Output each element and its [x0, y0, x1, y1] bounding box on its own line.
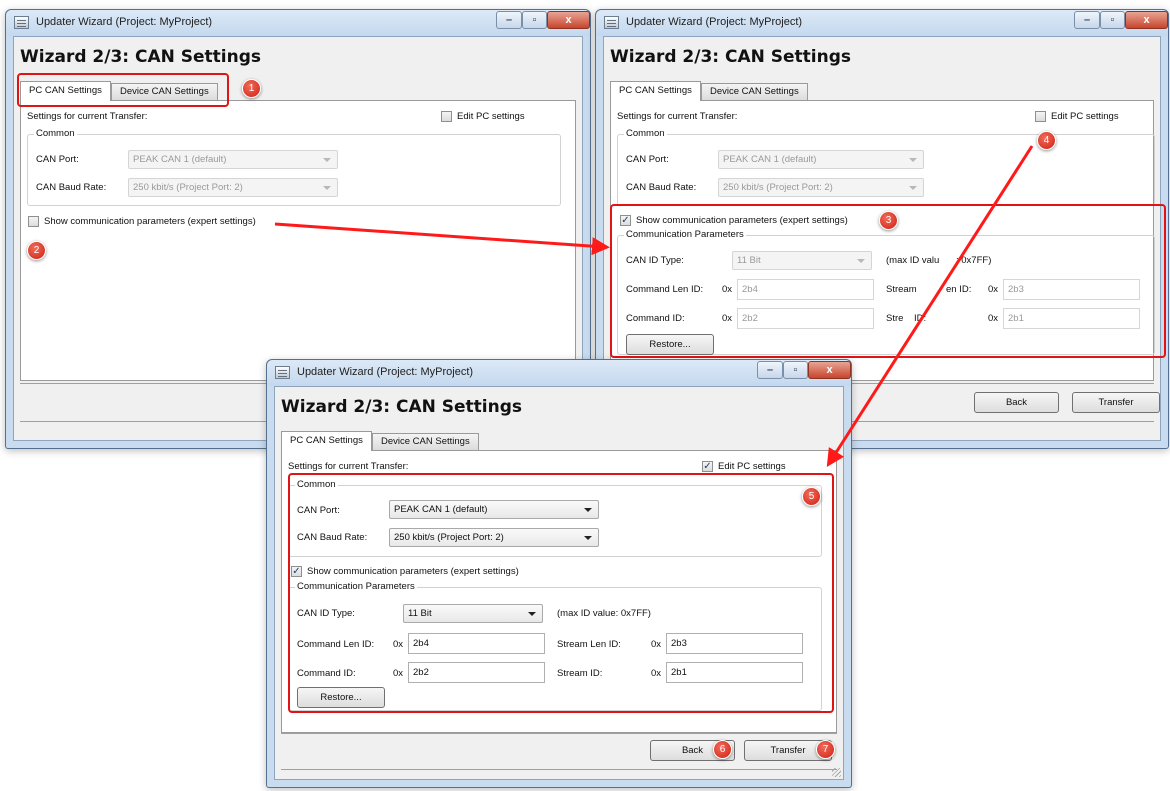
- maximize-icon: ▫: [1110, 13, 1115, 26]
- app-icon: [14, 16, 29, 29]
- minimize-button[interactable]: –: [496, 11, 522, 29]
- can-port-label: CAN Port:: [626, 154, 669, 165]
- common-group-title: Common: [34, 128, 77, 139]
- resize-grip[interactable]: [832, 768, 841, 777]
- marker-2: 2: [27, 241, 46, 260]
- baud-rate-value: 250 kbit/s (Project Port: 2): [133, 182, 243, 193]
- highlight-box-5: [288, 473, 834, 713]
- window-title: Updater Wizard (Project: MyProject): [626, 16, 803, 28]
- footer-separator: [281, 733, 837, 734]
- window-title: Updater Wizard (Project: MyProject): [36, 16, 213, 28]
- minimize-icon: –: [766, 363, 774, 376]
- app-icon: [275, 366, 290, 379]
- edit-pc-label: Edit PC settings: [457, 111, 525, 122]
- tab-pc-can-settings[interactable]: PC CAN Settings: [610, 81, 701, 101]
- app-icon: [604, 16, 619, 29]
- baud-rate-select[interactable]: 250 kbit/s (Project Port: 2): [718, 178, 924, 197]
- tab-device-can-settings[interactable]: Device CAN Settings: [372, 433, 479, 450]
- close-icon: x: [565, 13, 572, 26]
- baud-rate-select[interactable]: 250 kbit/s (Project Port: 2): [128, 178, 338, 197]
- settings-header: Settings for current Transfer:: [617, 111, 738, 122]
- marker-3: 3: [879, 211, 898, 230]
- common-group: Common CAN Port: PEAK CAN 1 (default) CA…: [27, 128, 561, 206]
- common-group-title: Common: [624, 128, 667, 139]
- marker-5: 5: [802, 487, 821, 506]
- maximize-button[interactable]: ▫: [1100, 11, 1125, 29]
- footer-separator: [281, 769, 837, 770]
- can-port-select[interactable]: PEAK CAN 1 (default): [128, 150, 338, 169]
- can-port-label: CAN Port:: [36, 154, 79, 165]
- maximize-button[interactable]: ▫: [783, 361, 808, 379]
- marker-4: 4: [1037, 131, 1056, 150]
- can-port-select[interactable]: PEAK CAN 1 (default): [718, 150, 924, 169]
- edit-pc-checkbox[interactable]: [441, 111, 452, 122]
- window-title: Updater Wizard (Project: MyProject): [297, 366, 474, 378]
- settings-header: Settings for current Transfer:: [27, 111, 148, 122]
- settings-header: Settings for current Transfer:: [288, 461, 409, 472]
- baud-rate-label: CAN Baud Rate:: [626, 182, 697, 193]
- show-params-checkbox[interactable]: [28, 216, 39, 227]
- page-title: Wizard 2/3: CAN Settings: [610, 47, 852, 67]
- transfer-button[interactable]: Transfer: [1072, 392, 1160, 413]
- chevron-down-icon: [909, 186, 917, 190]
- marker-7: 7: [816, 740, 835, 759]
- minimize-button[interactable]: –: [1074, 11, 1100, 29]
- close-button[interactable]: x: [808, 361, 851, 379]
- tab-pc-can-settings[interactable]: PC CAN Settings: [20, 81, 111, 101]
- can-port-value: PEAK CAN 1 (default): [133, 154, 227, 165]
- maximize-button[interactable]: ▫: [522, 11, 547, 29]
- baud-rate-label: CAN Baud Rate:: [36, 182, 107, 193]
- title-bar: Updater Wizard (Project: MyProject) – ▫ …: [596, 10, 1168, 36]
- baud-rate-value: 250 kbit/s (Project Port: 2): [723, 182, 833, 193]
- marker-1: 1: [242, 79, 261, 98]
- edit-pc-checkbox[interactable]: ✓: [702, 461, 713, 472]
- page-title: Wizard 2/3: CAN Settings: [281, 397, 523, 417]
- chevron-down-icon: [909, 158, 917, 162]
- title-bar: Updater Wizard (Project: MyProject) – ▫ …: [267, 360, 851, 386]
- minimize-icon: –: [1083, 13, 1091, 26]
- close-icon: x: [826, 363, 833, 376]
- edit-pc-label: Edit PC settings: [1051, 111, 1119, 122]
- close-button[interactable]: x: [1125, 11, 1168, 29]
- marker-6: 6: [713, 740, 732, 759]
- chevron-down-icon: [323, 186, 331, 190]
- tab-device-can-settings[interactable]: Device CAN Settings: [701, 83, 808, 100]
- common-group: Common CAN Port: PEAK CAN 1 (default) CA…: [617, 128, 1155, 206]
- show-params-label: Show communication parameters (expert se…: [44, 216, 256, 227]
- chevron-down-icon: [323, 158, 331, 162]
- minimize-button[interactable]: –: [757, 361, 783, 379]
- tab-panel: Settings for current Transfer: Edit PC s…: [20, 100, 576, 381]
- can-port-value: PEAK CAN 1 (default): [723, 154, 817, 165]
- edit-pc-label: Edit PC settings: [718, 461, 786, 472]
- page-title: Wizard 2/3: CAN Settings: [20, 47, 262, 67]
- maximize-icon: ▫: [532, 13, 537, 26]
- tab-pc-can-settings[interactable]: PC CAN Settings: [281, 431, 372, 451]
- close-icon: x: [1143, 13, 1150, 26]
- minimize-icon: –: [505, 13, 513, 26]
- close-button[interactable]: x: [547, 11, 590, 29]
- maximize-icon: ▫: [793, 363, 798, 376]
- wizard-window-step5: Updater Wizard (Project: MyProject) – ▫ …: [266, 359, 852, 788]
- title-bar: Updater Wizard (Project: MyProject) – ▫ …: [6, 10, 590, 36]
- edit-pc-checkbox[interactable]: [1035, 111, 1046, 122]
- back-button[interactable]: Back: [974, 392, 1059, 413]
